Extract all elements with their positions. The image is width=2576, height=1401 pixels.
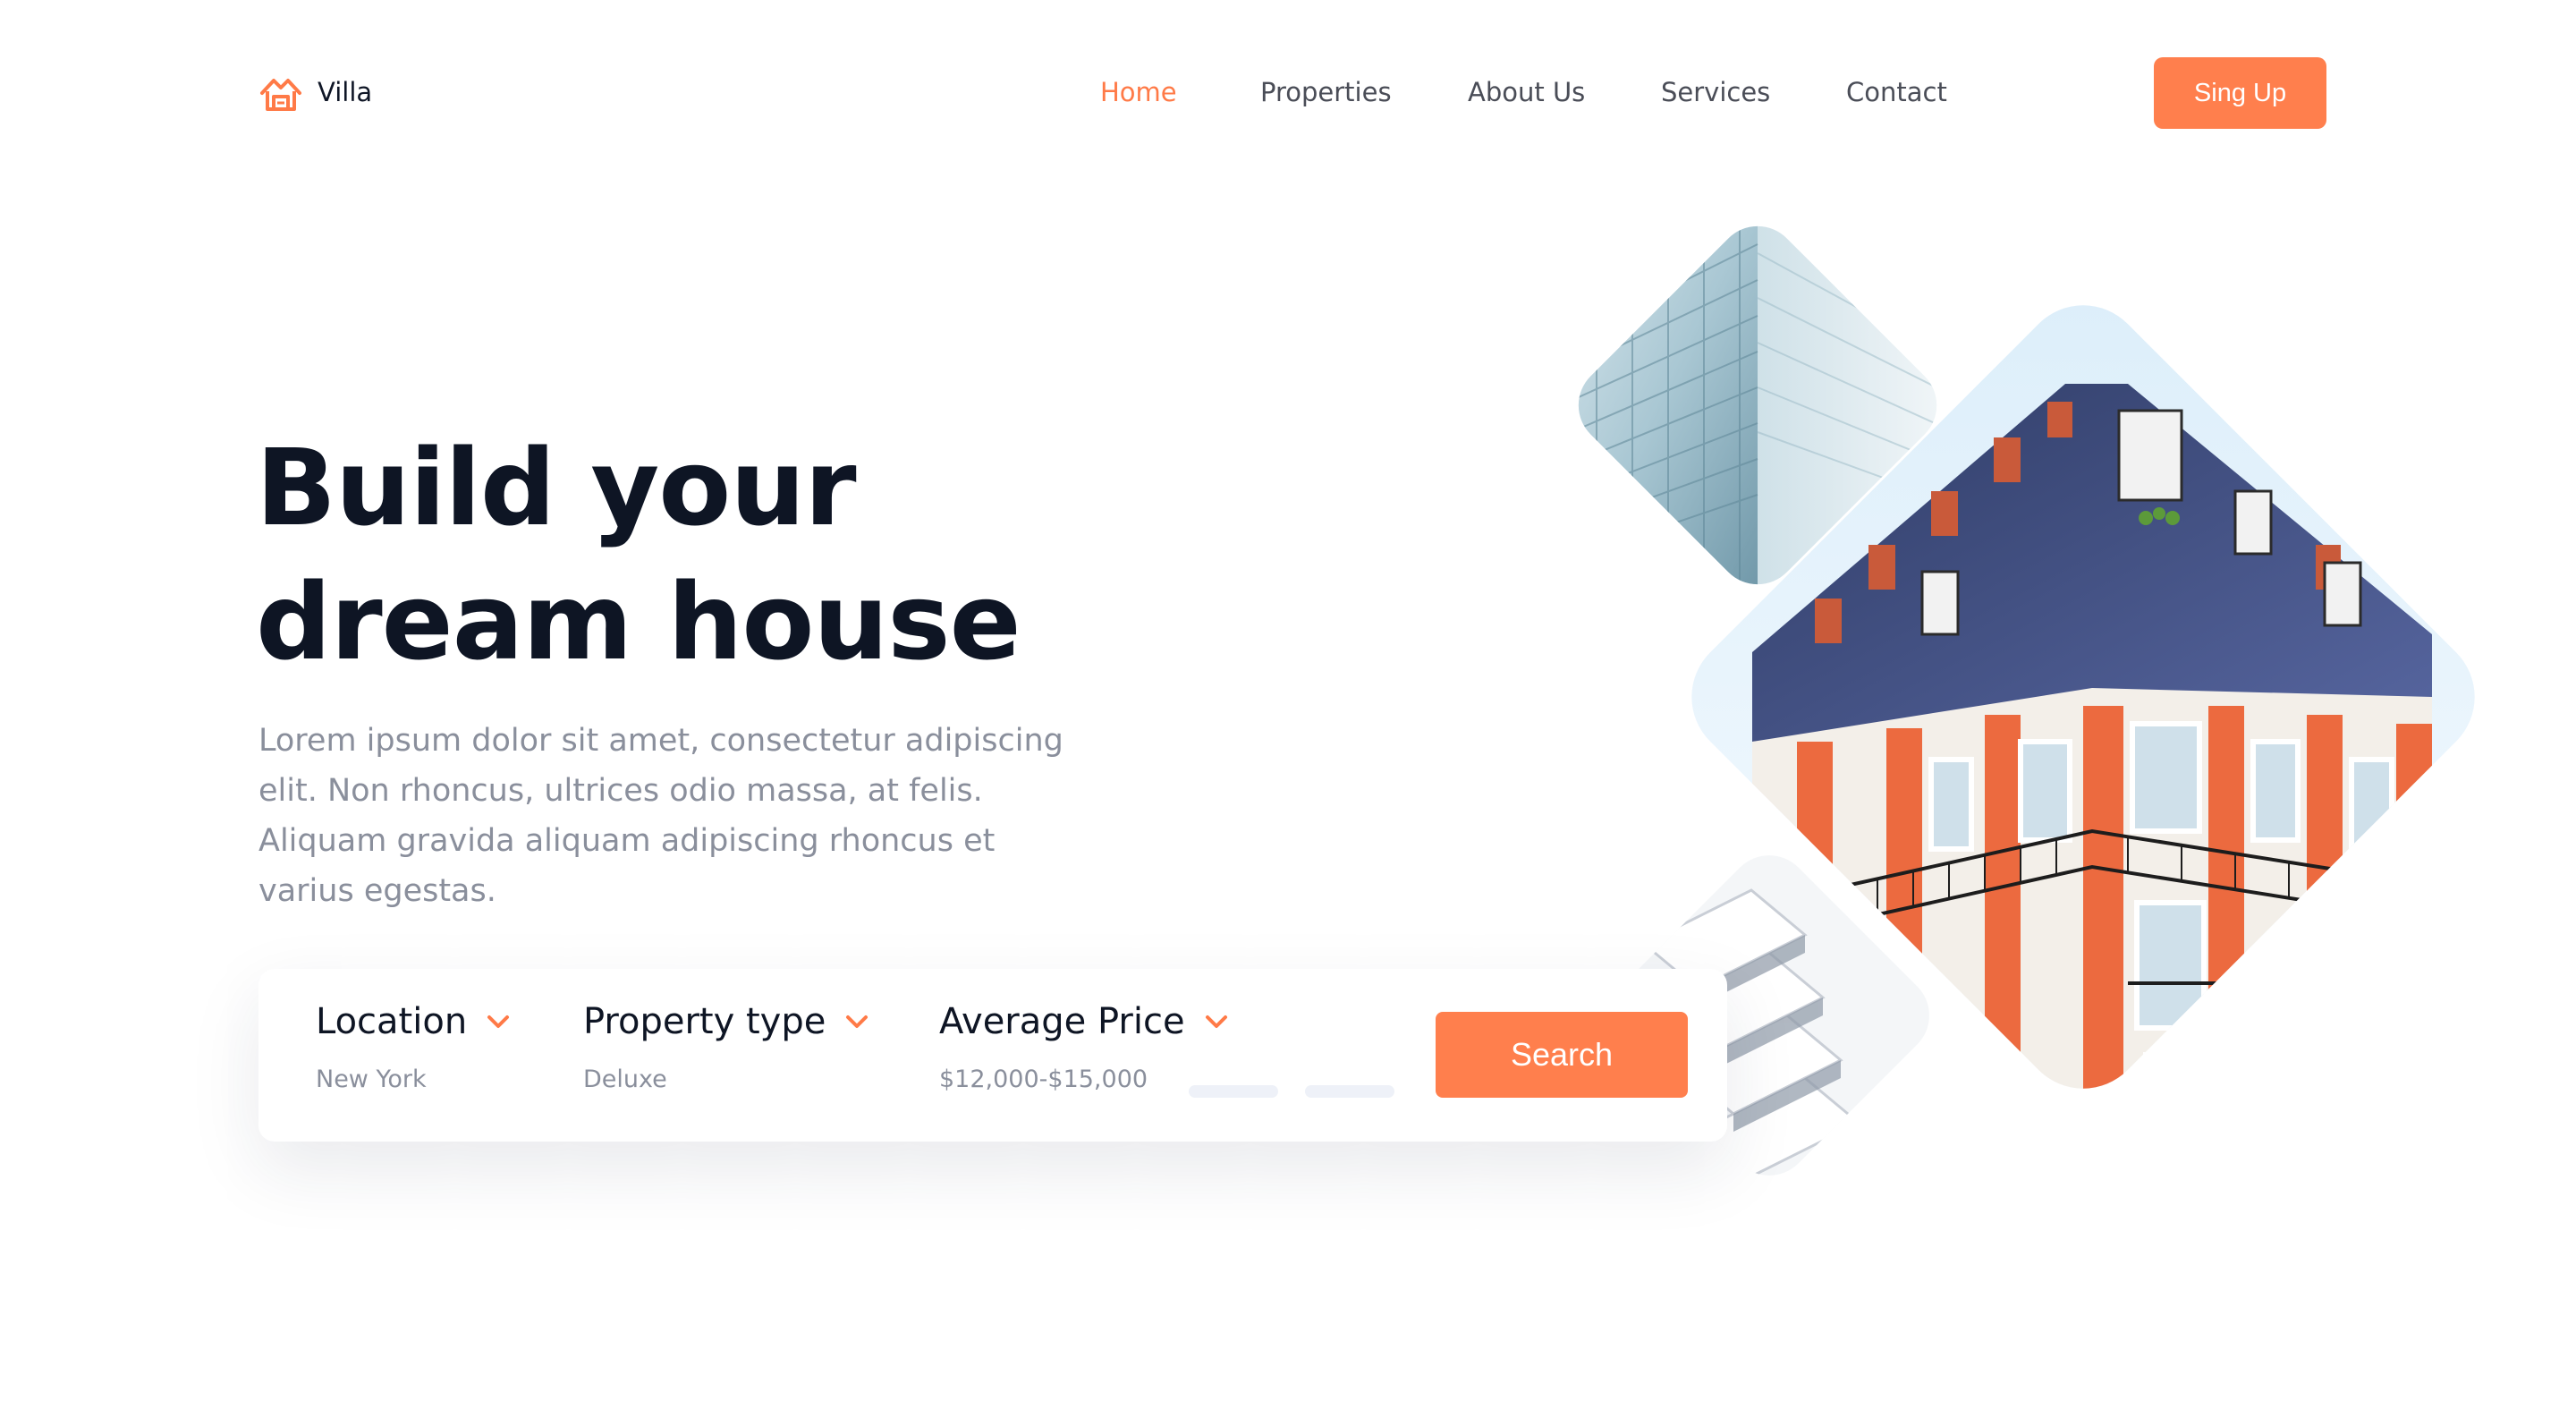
property-type-filter-label: Property type: [583, 1001, 826, 1042]
average-price-filter[interactable]: Average Price $12,000-$15,000: [939, 1001, 1228, 1093]
brand-name: Villa: [318, 77, 373, 107]
nav-home[interactable]: Home: [1100, 77, 1177, 107]
nav-contact[interactable]: Contact: [1846, 77, 1947, 107]
hero-description: Lorem ipsum dolor sit amet, consectetur …: [258, 723, 1063, 909]
nav-services[interactable]: Services: [1661, 77, 1770, 107]
hero-title-line-2: dream house: [256, 560, 1021, 684]
hero-title-line-1: Build your: [256, 426, 857, 549]
location-filter-label: Location: [316, 1001, 468, 1042]
signup-button[interactable]: Sing Up: [2154, 57, 2326, 129]
decorative-mark: [1305, 1085, 1394, 1098]
average-price-filter-label: Average Price: [939, 1001, 1185, 1042]
house-logo-icon: [260, 79, 301, 111]
property-search-card: Location New York Property type Deluxe A…: [258, 969, 1727, 1142]
nav-properties[interactable]: Properties: [1260, 77, 1392, 107]
property-type-filter[interactable]: Property type Deluxe: [583, 1001, 869, 1093]
chevron-down-icon[interactable]: [845, 1014, 869, 1030]
chevron-down-icon[interactable]: [487, 1014, 510, 1030]
average-price-filter-value: $12,000-$15,000: [939, 1066, 1148, 1093]
brand-logo[interactable]: Villa: [258, 70, 372, 115]
nav-about-us[interactable]: About Us: [1468, 77, 1585, 107]
chevron-down-icon[interactable]: [1205, 1014, 1228, 1030]
hero-title: Build your dream house: [256, 420, 1150, 689]
search-button[interactable]: Search: [1436, 1012, 1688, 1098]
location-filter[interactable]: Location New York: [316, 1001, 510, 1093]
property-type-filter-value: Deluxe: [583, 1066, 667, 1093]
location-filter-value: New York: [316, 1066, 427, 1093]
decorative-mark: [1189, 1085, 1278, 1098]
